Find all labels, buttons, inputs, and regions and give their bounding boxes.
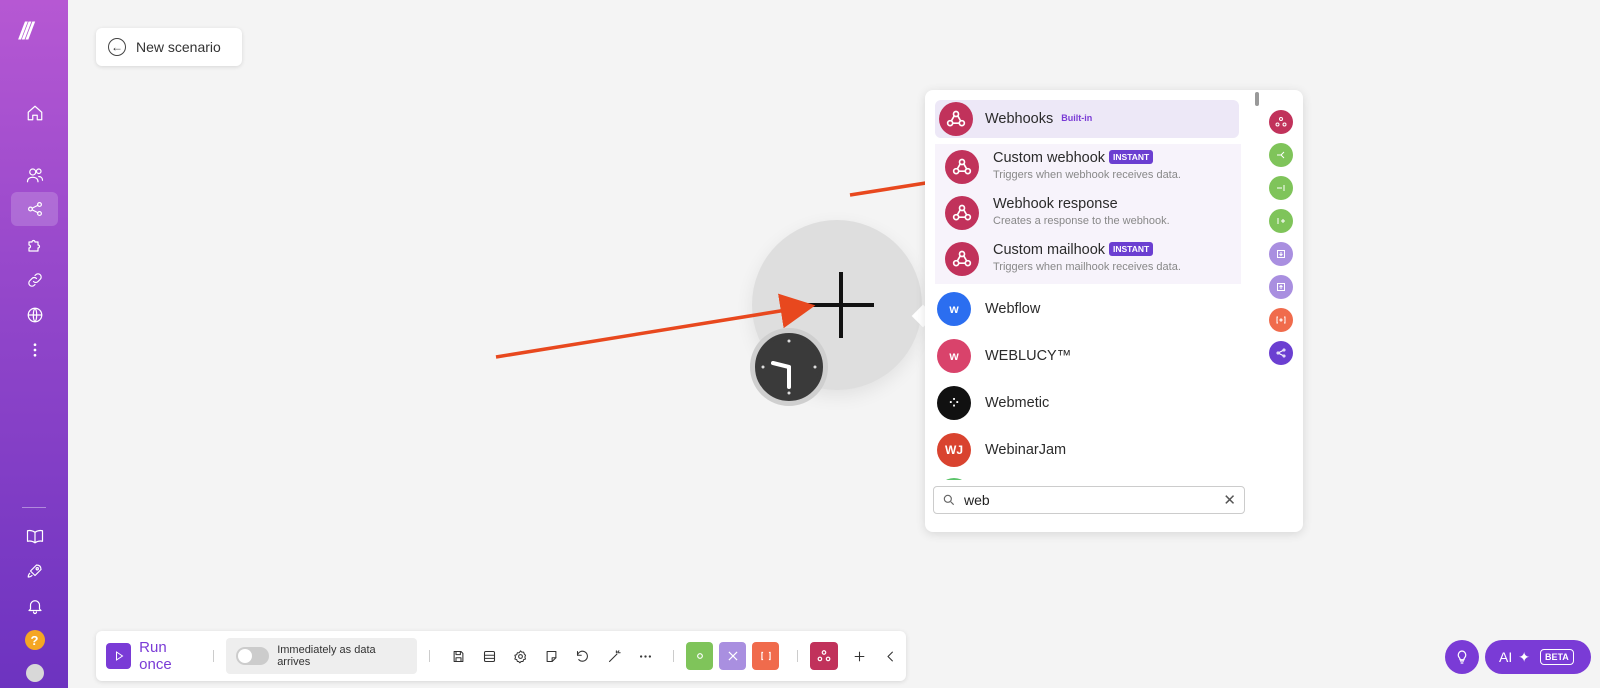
app-list: Webhooks Built-in Custom webhook INSTANT T…	[933, 96, 1243, 480]
list-item-webmetic[interactable]: ⁘ Webmetic	[937, 386, 1049, 420]
flow-control-icon[interactable]	[1269, 143, 1293, 167]
flow-icon[interactable]	[719, 642, 747, 670]
export-icon[interactable]	[1269, 275, 1293, 299]
puzzle-icon[interactable]	[11, 228, 58, 262]
search-box[interactable]: ✕	[933, 486, 1245, 514]
settings-icon[interactable]	[508, 643, 533, 669]
builtin-badge: Built-in	[1061, 113, 1093, 123]
beta-badge: BETA	[1539, 649, 1574, 665]
separator	[797, 650, 799, 662]
scenarios-icon[interactable]	[11, 192, 58, 226]
sidebar: /// ?	[0, 0, 68, 688]
list-item-partial	[937, 478, 971, 480]
module-title: Custom mailhook	[993, 242, 1106, 258]
list-item-webinarjam[interactable]: WJ WebinarJam	[937, 433, 1066, 467]
more-vertical-icon[interactable]	[11, 333, 58, 367]
back-arrow-icon: ←	[108, 38, 126, 56]
app-name: Webmetic	[985, 395, 1050, 411]
webmetic-icon: ⁘	[937, 386, 971, 420]
search-icon	[943, 494, 955, 506]
more-horizontal-icon[interactable]	[633, 643, 658, 669]
run-once-button[interactable]: Run once	[106, 639, 201, 673]
data-store-icon[interactable]	[477, 643, 502, 669]
undo-icon[interactable]	[570, 643, 595, 669]
back-button[interactable]: ← New scenario	[96, 28, 242, 66]
webhooks-icon	[939, 102, 973, 136]
scrollbar[interactable]	[1255, 92, 1259, 106]
module-description: Creates a response to the webhook.	[993, 215, 1170, 227]
app-icon	[937, 478, 971, 480]
list-item-webflow[interactable]: w Webflow	[937, 292, 1040, 326]
webinarjam-icon: WJ	[937, 433, 971, 467]
module-description: Triggers when mailhook receives data.	[993, 261, 1181, 273]
favorite-webhook-icon[interactable]	[810, 642, 838, 670]
module-custom-mailhook[interactable]: Custom mailhook INSTANT Triggers when mai…	[945, 242, 1181, 282]
tools-icon[interactable]	[685, 642, 714, 670]
webhook-icon	[945, 242, 979, 276]
module-title: Webhook response	[993, 196, 1118, 212]
avatar[interactable]	[11, 656, 58, 688]
make-logo[interactable]: ///	[19, 18, 33, 46]
ai-label: AI	[1499, 649, 1513, 665]
help-icon[interactable]: ?	[11, 623, 58, 657]
clear-search-icon[interactable]: ✕	[1223, 491, 1236, 509]
schedule-clock-icon[interactable]	[750, 328, 828, 406]
bottom-toolbar: Run once Immediately as data arrives	[96, 631, 906, 681]
share-icon[interactable]	[1269, 341, 1293, 365]
notes-icon[interactable]	[539, 643, 564, 669]
webhook-modules: Custom webhook INSTANT Triggers when webh…	[935, 144, 1241, 284]
auto-align-icon[interactable]	[602, 643, 627, 669]
webflow-icon: w	[937, 292, 971, 326]
app-name: Webflow	[985, 301, 1041, 317]
webhook-icon	[945, 196, 979, 230]
module-description: Triggers when webhook receives data.	[993, 169, 1181, 181]
separator	[672, 650, 674, 662]
module-title: Custom webhook	[993, 150, 1106, 166]
separator	[429, 650, 431, 662]
text-parser-icon[interactable]	[1269, 308, 1293, 332]
home-icon[interactable]	[11, 96, 58, 130]
link-icon[interactable]	[11, 263, 58, 297]
router-icon[interactable]	[1269, 176, 1293, 200]
webhook-icon	[945, 150, 979, 184]
instant-badge: INSTANT	[1109, 150, 1154, 164]
schedule-label: Immediately as data arrives	[277, 644, 376, 668]
scheduling-toggle[interactable]: Immediately as data arrives	[226, 638, 418, 674]
app-name: WebinarJam	[985, 442, 1067, 458]
separator	[213, 650, 215, 662]
plus-icon[interactable]	[847, 643, 872, 669]
instant-badge: INSTANT	[1109, 242, 1154, 256]
toggle-switch[interactable]	[236, 647, 270, 665]
play-icon	[106, 643, 132, 669]
list-item-weblucy[interactable]: w WEBLUCY™	[937, 339, 1071, 373]
rocket-icon[interactable]	[11, 554, 58, 588]
search-input[interactable]	[964, 492, 1216, 508]
book-icon[interactable]	[11, 519, 58, 553]
run-once-label: Run once	[139, 639, 172, 673]
sidebar-divider	[22, 507, 46, 508]
add-module-icon[interactable]	[808, 272, 874, 338]
text-parser-tool-icon[interactable]	[752, 642, 780, 670]
weblucy-icon: w	[937, 339, 971, 373]
globe-icon[interactable]	[11, 298, 58, 332]
bell-icon[interactable]	[11, 589, 58, 623]
module-webhook-response[interactable]: Webhook response Creates a response to t…	[945, 196, 1170, 236]
scenario-name: New scenario	[136, 39, 221, 55]
app-search-popup: Webhooks Built-in Custom webhook INSTANT T…	[925, 90, 1303, 532]
sparkle-icon: ✦	[1518, 648, 1530, 665]
iterator-icon[interactable]	[1269, 209, 1293, 233]
import-icon[interactable]	[1269, 242, 1293, 266]
list-item-webhooks[interactable]: Webhooks Built-in	[935, 100, 1239, 138]
ai-assistant-button[interactable]: AI ✦ BETA	[1485, 640, 1591, 674]
save-icon[interactable]	[445, 643, 470, 669]
lightbulb-icon[interactable]	[1445, 640, 1479, 674]
category-filter-icons	[1269, 110, 1295, 374]
app-name: Webhooks	[985, 111, 1054, 127]
team-icon[interactable]	[11, 158, 58, 192]
collapse-icon[interactable]	[878, 643, 903, 669]
app-name: WEBLUCY™	[985, 348, 1072, 364]
module-custom-webhook[interactable]: Custom webhook INSTANT Triggers when webh…	[945, 150, 1181, 190]
webhook-filter-icon[interactable]	[1269, 110, 1293, 134]
